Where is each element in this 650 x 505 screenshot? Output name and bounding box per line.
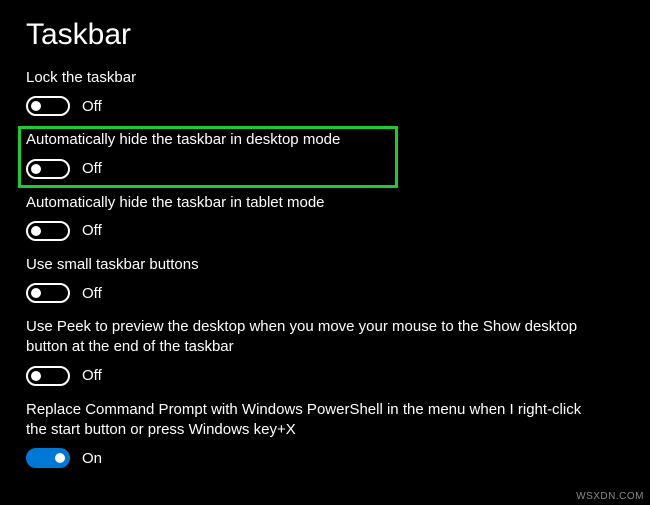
setting-label: Use small taskbar buttons — [26, 255, 606, 275]
setting-label: Automatically hide the taskbar in deskto… — [26, 130, 606, 150]
setting-item: Automatically hide the taskbar in tablet… — [26, 193, 624, 241]
toggle-switch[interactable] — [26, 221, 70, 241]
page-title: Taskbar — [26, 18, 624, 52]
toggle-state-label: Off — [82, 285, 102, 302]
toggle-state-label: Off — [82, 367, 102, 384]
toggle-knob — [31, 164, 41, 174]
setting-label: Lock the taskbar — [26, 68, 606, 88]
toggle-state-label: Off — [82, 160, 102, 177]
toggle-row: Off — [26, 366, 624, 386]
setting-label: Use Peek to preview the desktop when you… — [26, 317, 606, 358]
setting-item: Replace Command Prompt with Windows Powe… — [26, 400, 624, 469]
toggle-switch[interactable] — [26, 159, 70, 179]
setting-label: Automatically hide the taskbar in tablet… — [26, 193, 606, 213]
toggle-state-label: Off — [82, 222, 102, 239]
toggle-switch[interactable] — [26, 283, 70, 303]
setting-item: Use Peek to preview the desktop when you… — [26, 317, 624, 386]
toggle-knob — [31, 371, 41, 381]
toggle-row: Off — [26, 221, 624, 241]
toggle-switch[interactable] — [26, 366, 70, 386]
toggle-knob — [31, 288, 41, 298]
toggle-state-label: On — [82, 450, 102, 467]
toggle-switch[interactable] — [26, 448, 70, 468]
toggle-state-label: Off — [82, 98, 102, 115]
setting-label: Replace Command Prompt with Windows Powe… — [26, 400, 606, 441]
setting-item: Use small taskbar buttons Off — [26, 255, 624, 303]
watermark: WSXDN.COM — [576, 491, 644, 502]
toggle-knob — [31, 226, 41, 236]
toggle-row: Off — [26, 159, 624, 179]
toggle-row: Off — [26, 283, 624, 303]
toggle-switch[interactable] — [26, 96, 70, 116]
toggle-knob — [55, 453, 65, 463]
setting-item: Automatically hide the taskbar in deskto… — [26, 130, 624, 178]
toggle-row: Off — [26, 96, 624, 116]
toggle-knob — [31, 101, 41, 111]
setting-item: Lock the taskbar Off — [26, 68, 624, 116]
toggle-row: On — [26, 448, 624, 468]
